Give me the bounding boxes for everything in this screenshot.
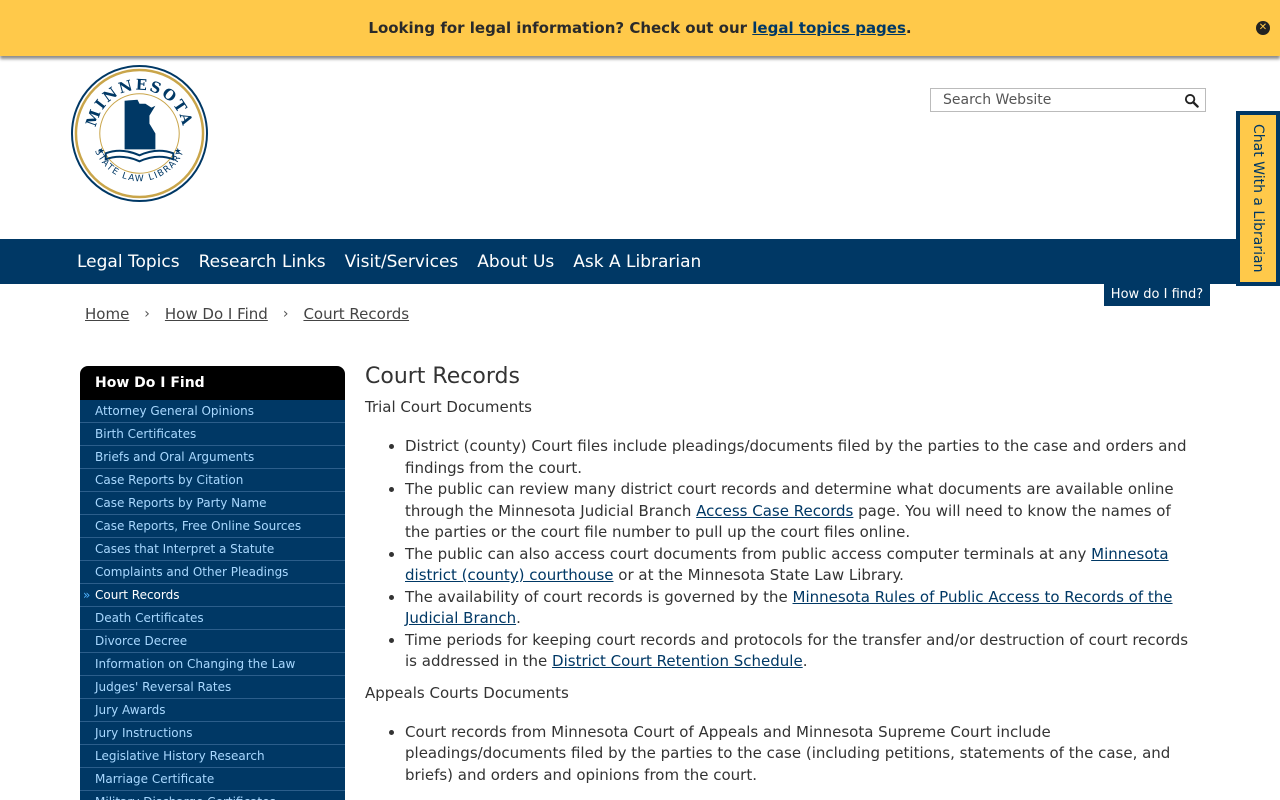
sidebar-item-death-certificates[interactable]: Death Certificates — [80, 607, 345, 630]
sidebar-item-birth-certificates[interactable]: Birth Certificates — [80, 423, 345, 446]
sidebar-item-case-reports-by-citation[interactable]: Case Reports by Citation — [80, 469, 345, 492]
nav-visit-services[interactable]: Visit/Services — [345, 252, 459, 272]
breadcrumb-home[interactable]: Home — [85, 305, 129, 323]
list-item-text: The availability of court records is gov… — [405, 587, 793, 606]
search-icon[interactable] — [1184, 93, 1199, 108]
chat-with-librarian-tab[interactable]: Chat With a Librarian — [1236, 111, 1280, 286]
banner-text-after: . — [905, 19, 912, 37]
page-title: Court Records — [365, 364, 520, 389]
sidebar-item-marriage-certificate[interactable]: Marriage Certificate — [80, 768, 345, 791]
sidebar-item-court-records[interactable]: » Court Records — [80, 584, 345, 607]
sidebar-item-legislative-history[interactable]: Legislative History Research — [80, 745, 345, 768]
breadcrumb-how-do-i-find[interactable]: How Do I Find — [165, 305, 268, 323]
list-item: The availability of court records is gov… — [405, 587, 1195, 630]
sidebar-item-case-reports-free-online[interactable]: Case Reports, Free Online Sources — [80, 515, 345, 538]
main-nav: Legal Topics Research Links Visit/Servic… — [0, 239, 1236, 284]
list-item: The public can review many district cour… — [405, 479, 1195, 544]
sidebar-item-changing-the-law[interactable]: Information on Changing the Law — [80, 653, 345, 676]
chevron-right-icon: › — [144, 306, 150, 322]
list-item-text: The public can also access court documen… — [405, 544, 1092, 563]
list-item-text: or at the Minnesota State Law Library. — [613, 566, 904, 584]
list-item-text: . — [516, 609, 521, 627]
svg-text:★: ★ — [174, 146, 181, 155]
trial-bullets: District (county) Court files include pl… — [365, 436, 1195, 673]
sidebar-item-case-reports-by-party-name[interactable]: Case Reports by Party Name — [80, 492, 345, 515]
main-nav-items: Legal Topics Research Links Visit/Servic… — [77, 239, 701, 284]
list-item: Time periods for keeping court records a… — [405, 630, 1195, 673]
breadcrumb: Home › How Do I Find › Court Records — [85, 305, 409, 323]
nav-about-us[interactable]: About Us — [477, 252, 554, 272]
sidebar: How Do I Find Attorney General Opinions … — [80, 366, 345, 800]
search-input[interactable] — [931, 89, 1171, 111]
announcement-banner: Looking for legal information? Check out… — [0, 0, 1280, 56]
appeals-bullets: Court records from Minnesota Court of Ap… — [365, 722, 1195, 787]
sidebar-item-cases-interpret-statute[interactable]: Cases that Interpret a Statute — [80, 538, 345, 561]
chevron-right-icon: » — [83, 588, 91, 602]
svg-text:★: ★ — [98, 146, 105, 155]
section-heading-trial: Trial Court Documents — [365, 398, 532, 416]
library-logo[interactable]: MINNESOTA STATE LAW LIBRARY ★ ★ — [70, 64, 209, 203]
sidebar-item-divorce-decree[interactable]: Divorce Decree — [80, 630, 345, 653]
nav-research-links[interactable]: Research Links — [199, 252, 326, 272]
main-content: Court Records Trial Court Documents Dist… — [365, 360, 1195, 786]
legal-topics-link[interactable]: legal topics pages — [752, 19, 906, 37]
nav-legal-topics[interactable]: Legal Topics — [77, 252, 180, 272]
sidebar-item-jury-awards[interactable]: Jury Awards — [80, 699, 345, 722]
sidebar-item-military-discharge[interactable]: Military Discharge Certificates — [80, 791, 345, 800]
how-do-i-find-tab[interactable]: How do I find? — [1104, 284, 1210, 306]
list-item: Court records from Minnesota Court of Ap… — [405, 722, 1195, 787]
chat-tab-label: Chat With a Librarian — [1250, 124, 1266, 273]
list-item: District (county) Court files include pl… — [405, 436, 1195, 479]
retention-schedule-link[interactable]: District Court Retention Schedule — [552, 652, 803, 670]
sidebar-item-complaints-pleadings[interactable]: Complaints and Other Pleadings — [80, 561, 345, 584]
sidebar-title: How Do I Find — [80, 366, 345, 400]
sidebar-item-jury-instructions[interactable]: Jury Instructions — [80, 722, 345, 745]
chevron-right-icon: › — [282, 306, 289, 322]
list-item: The public can also access court documen… — [405, 544, 1195, 587]
sidebar-item-judges-reversal-rates[interactable]: Judges' Reversal Rates — [80, 676, 345, 699]
sidebar-item-attorney-general-opinions[interactable]: Attorney General Opinions — [80, 400, 345, 423]
sidebar-list: Attorney General Opinions Birth Certific… — [80, 400, 345, 800]
search-box — [930, 88, 1206, 112]
chat-tab-inner: Chat With a Librarian — [1240, 115, 1276, 282]
banner-text: Looking for legal information? Check out… — [368, 19, 911, 37]
close-icon[interactable]: ✕ — [1256, 21, 1270, 35]
breadcrumb-court-records[interactable]: Court Records — [303, 305, 409, 323]
access-case-records-link[interactable]: Access Case Records — [696, 502, 853, 520]
sidebar-item-briefs-and-oral-arguments[interactable]: Briefs and Oral Arguments — [80, 446, 345, 469]
banner-text-before: Looking for legal information? Check out… — [368, 19, 753, 37]
nav-ask-a-librarian[interactable]: Ask A Librarian — [573, 252, 701, 272]
list-item-text: . — [802, 652, 808, 670]
sidebar-item-label: Court Records — [95, 588, 180, 602]
section-heading-appeals: Appeals Courts Documents — [365, 683, 569, 702]
